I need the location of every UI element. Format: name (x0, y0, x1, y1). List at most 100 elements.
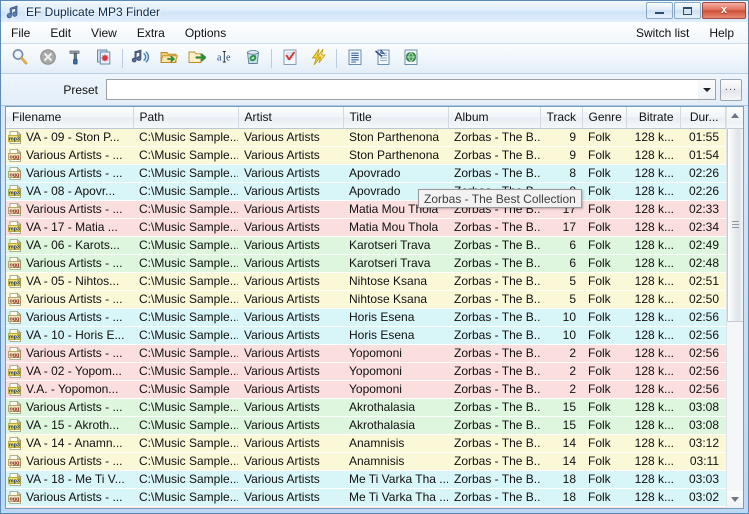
export-folder-button[interactable] (183, 45, 211, 72)
table-row[interactable]: ogg Various Artists - ... C:\Music Sample.… (6, 200, 726, 218)
window-title: EF Duplicate MP3 Finder (26, 4, 161, 19)
new-document-button[interactable] (90, 45, 118, 72)
checkmark-page-icon (280, 47, 300, 70)
table-row[interactable]: mp3 VA - 18 - Me Ti V... C:\Music Sample..… (6, 470, 726, 488)
scroll-up-button[interactable] (726, 107, 743, 124)
mp3-file-icon: mp3 (8, 184, 23, 199)
table-row[interactable]: mp3 VA - 14 - Anamn... C:\Music Sample... V… (6, 434, 726, 452)
column-header-artist[interactable]: Artist (238, 107, 344, 129)
cell-artist: Various Artists (244, 418, 320, 432)
table-row[interactable]: ogg Various Artists - ... C:\Music Sample.… (6, 488, 726, 506)
table-row[interactable]: ogg Various Artists - ... C:\Music Sample.… (6, 344, 726, 362)
cell-album: Zorbas - The B... (454, 490, 540, 504)
recycle-bin-icon (243, 47, 263, 70)
cell-filename: ogg Various Artists - ... (6, 146, 133, 164)
close-button[interactable]: x (702, 2, 746, 19)
menu-switch-list[interactable]: Switch list (626, 24, 699, 42)
preset-browse-button[interactable]: ... (720, 78, 742, 101)
menu-bar: File Edit View Extra Options Switch list… (1, 22, 748, 44)
table-row[interactable]: mp3 VA - 09 - Ston P... C:\Music Sample...… (6, 128, 726, 146)
menu-extra[interactable]: Extra (127, 24, 175, 42)
mp3-file-icon: mp3 (8, 238, 23, 253)
table-row[interactable]: mp3 VA - 06 - Karots... C:\Music Sample...… (6, 236, 726, 254)
cell-artist: Various Artists (244, 256, 320, 270)
menu-help[interactable]: Help (699, 24, 748, 42)
column-header-title[interactable]: Title (343, 107, 449, 129)
cell-duration: 03:08 (688, 418, 719, 432)
table-row[interactable]: ogg Various Artists - ... C:\Music Sample.… (6, 290, 726, 308)
rename-text-button[interactable]: a e (211, 45, 239, 72)
minimize-button[interactable] (646, 2, 673, 19)
ogg-file-icon: ogg (8, 166, 23, 181)
preset-dropdown-button[interactable] (698, 80, 715, 99)
table-row[interactable]: ogg Various Artists - ... C:\Music Sample.… (6, 452, 726, 470)
open-folder-button[interactable] (155, 45, 183, 72)
filename-text: VA - 18 - Me Ti V... (26, 472, 125, 486)
cell-album: Zorbas - The B... (454, 454, 540, 468)
cell-path: C:\Music Sample... (139, 418, 238, 432)
column-header-album[interactable]: Album (448, 107, 541, 129)
cell-title: Matia Mou Thola (349, 220, 439, 234)
menu-view[interactable]: View (81, 24, 127, 42)
cell-album: Zorbas - The B... (454, 418, 540, 432)
table-row[interactable]: mp3 V.A. - Yopomon... C:\Music Sample Vario… (6, 380, 726, 398)
table-row[interactable]: mp3 VA - 10 - Horis E... C:\Music Sample..… (6, 326, 726, 344)
table-row[interactable]: mp3 VA - 05 - Nihtos... C:\Music Sample...… (6, 272, 726, 290)
rename-text-icon: a e (215, 47, 235, 70)
tools-button[interactable] (62, 45, 90, 72)
column-header-genre[interactable]: Genre (582, 107, 627, 129)
search-button[interactable] (6, 45, 34, 72)
scrollbar-thumb[interactable] (726, 127, 743, 323)
recycle-bin-button[interactable] (239, 45, 267, 72)
column-header-track[interactable]: Track (540, 107, 583, 129)
scrollbar-track[interactable] (726, 124, 743, 491)
export-table-button[interactable] (369, 45, 397, 72)
cell-duration: 02:26 (688, 184, 719, 198)
cell-track: 6 (569, 238, 576, 252)
cell-artist: Various Artists (244, 454, 320, 468)
cell-path: C:\Music Sample... (139, 328, 238, 342)
vertical-scrollbar[interactable] (726, 107, 743, 508)
play-music-button[interactable] (127, 45, 155, 72)
table-row[interactable]: mp3 VA - 17 - Matia ... C:\Music Sample...… (6, 218, 726, 236)
cell-bitrate: 128 k... (634, 346, 674, 360)
table-row[interactable]: ogg Various Artists - ... C:\Music Sample.… (6, 308, 726, 326)
scroll-down-button[interactable] (726, 491, 743, 508)
column-header-bitrate[interactable]: Bitrate (626, 107, 681, 129)
stop-button[interactable] (34, 45, 62, 72)
table-row[interactable]: ogg Various Artists - ... C:\Music Sample.… (6, 398, 726, 416)
mp3-file-icon: mp3 (8, 382, 23, 397)
cell-duration: 02:50 (688, 292, 719, 306)
mp3-file-icon: mp3 (8, 328, 23, 343)
select-button[interactable] (276, 45, 304, 72)
auto-select-button[interactable] (304, 45, 332, 72)
table-row[interactable]: mp3 VA - 02 - Yopom... C:\Music Sample... V… (6, 362, 726, 380)
menu-file[interactable]: File (1, 24, 40, 42)
cell-track: 10 (562, 310, 576, 324)
table-row[interactable]: mp3 VA - 08 - Apovr... C:\Music Sample... V… (6, 182, 726, 200)
column-header-path[interactable]: Path (133, 107, 239, 129)
list-main: Filename Path Artist Title Album Track Genre Bi… (6, 107, 726, 508)
cell-bitrate: 128 k... (634, 490, 674, 504)
cell-artist: Various Artists (244, 184, 320, 198)
column-header-duration[interactable]: Dur... (680, 107, 726, 129)
toolbar-separator (336, 49, 337, 68)
cell-album: Zorbas - The B... (454, 346, 540, 360)
table-row[interactable]: mp3 VA - 15 - Akroth... C:\Music Sample...… (6, 416, 726, 434)
table-row[interactable]: mp3VA - 04 - Monas...C:\Music Sample...V… (6, 506, 726, 508)
table-row[interactable]: ogg Various Artists - ... C:\Music Sample.… (6, 254, 726, 272)
preset-input[interactable] (107, 80, 698, 99)
preset-combobox[interactable] (106, 79, 716, 100)
html-report-button[interactable] (397, 45, 425, 72)
report-button[interactable] (341, 45, 369, 72)
cell-title: Akrothalasia (349, 400, 416, 414)
menu-edit[interactable]: Edit (40, 24, 81, 42)
filename-text: Various Artists - ... (26, 256, 123, 270)
column-header-filename[interactable]: Filename (6, 107, 134, 129)
cell-bitrate: 128 k... (634, 382, 674, 396)
maximize-button[interactable] (674, 2, 701, 19)
table-row[interactable]: ogg Various Artists - ... C:\Music Sample.… (6, 164, 726, 182)
menu-options[interactable]: Options (175, 24, 236, 42)
table-row[interactable]: ogg Various Artists - ... C:\Music Sample.… (6, 146, 726, 164)
svg-text:ogg: ogg (9, 298, 19, 304)
